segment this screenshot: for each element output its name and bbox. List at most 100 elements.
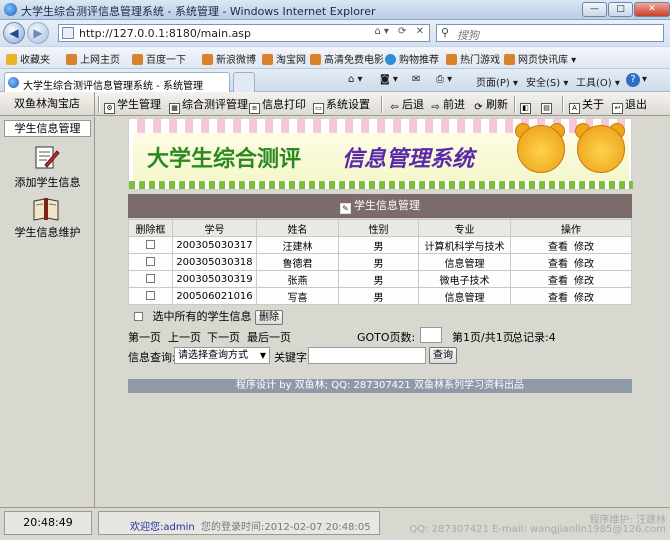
window-title: 大学生综合测评信息管理系统 - 系统管理 - Windows Internet … — [21, 5, 376, 18]
browser-tab[interactable]: 大学生综合测评信息管理系统 - 系统管理 — [4, 72, 230, 93]
left-menu-header[interactable]: 学生信息管理 — [4, 120, 91, 137]
view-link[interactable]: 查看 — [548, 242, 568, 253]
search-box[interactable]: ⚲ 搜狗 — [436, 24, 664, 42]
cell-gender: 男 — [338, 287, 419, 305]
maintain-student-link[interactable]: 学生信息维护 — [0, 224, 95, 240]
fav-item-7[interactable]: 网页快讯库 ▾ — [504, 51, 576, 66]
query-button[interactable]: 查询 — [429, 347, 457, 364]
cell-name: 汪建林 — [256, 236, 339, 254]
exit-button[interactable]: ↩ 退出 — [612, 96, 647, 114]
last-login-time: 您的登录时间:2012-02-07 20:48:05 — [201, 522, 371, 533]
cell-actions: 查看 修改 — [510, 253, 632, 271]
student-mgmt-button[interactable]: ⚙ 学生管理 — [104, 96, 161, 114]
view-link[interactable]: 查看 — [548, 293, 568, 304]
delete-button[interactable]: 删除 — [255, 309, 283, 325]
row-checkbox[interactable] — [146, 290, 155, 300]
clock: 20:48:49 — [4, 511, 92, 535]
fav-item-1[interactable]: 百度一下 — [132, 51, 186, 66]
toolbar-separator — [98, 96, 100, 113]
monitor-icon: ▭ — [313, 103, 324, 114]
row-checkbox-cell — [128, 253, 173, 271]
cell-major: 信息管理 — [418, 253, 511, 271]
page-info: 第1页/共1页 — [452, 331, 514, 344]
first-page-link[interactable]: 第一页 — [128, 329, 161, 345]
fav-item-4[interactable]: 高清免费电影 — [310, 51, 384, 66]
address-row: ◀ ▶ http://127.0.0.1:8180/main.asp ⌂▾ ⟳ … — [0, 20, 670, 46]
keyword-input[interactable] — [308, 347, 426, 364]
row-checkbox[interactable] — [146, 273, 155, 283]
gear-icon: ⚙ — [104, 103, 115, 114]
view-link[interactable]: 查看 — [548, 276, 568, 287]
fav-item-0[interactable]: 上网主页 — [66, 51, 120, 66]
edit-link[interactable]: 修改 — [574, 276, 594, 287]
about-button[interactable]: A 关于 — [569, 96, 604, 114]
cell-name: 写喜 — [256, 287, 339, 305]
arrow-left-icon: ⇦ — [390, 102, 399, 113]
view-link[interactable]: 查看 — [548, 259, 568, 270]
prev-page-link[interactable]: 上一页 — [168, 329, 201, 345]
banner-title-part1: 大学生综合测评 — [147, 147, 302, 172]
page-icon — [62, 27, 74, 39]
goto-page-input[interactable] — [420, 327, 442, 343]
link-icon — [132, 54, 143, 65]
open-book-icon[interactable] — [32, 196, 60, 222]
print-icon[interactable]: ⎙ ▾ — [436, 74, 452, 85]
window-title-bar: 大学生综合测评信息管理系统 - 系统管理 - Windows Internet … — [0, 0, 670, 20]
feeds-icon[interactable]: ◙ ▾ — [380, 74, 398, 85]
link-icon — [262, 54, 273, 65]
fav-item-6[interactable]: 热门游戏 — [446, 51, 500, 66]
close-window-button[interactable]: ✕ — [634, 2, 670, 17]
back-nav-button[interactable]: ◀ — [3, 22, 25, 44]
next-page-link[interactable]: 下一页 — [207, 329, 240, 345]
row-checkbox-cell — [128, 287, 173, 305]
safety-menu[interactable]: 安全(S) ▾ — [526, 74, 568, 89]
fav-item-2[interactable]: 新浪微博 — [202, 51, 256, 66]
fav-item-5[interactable]: 购物推荐 — [385, 51, 439, 66]
view-toggle-1[interactable]: ◧ — [520, 96, 533, 114]
select-all-checkbox[interactable] — [134, 312, 143, 321]
last-page-link[interactable]: 最后一页 — [247, 329, 291, 345]
add-student-link[interactable]: 添加学生信息 — [0, 174, 95, 190]
new-tab-button[interactable] — [233, 72, 255, 93]
minimize-button[interactable]: — — [582, 2, 607, 17]
forward-button[interactable]: ⇨ 前进 — [430, 96, 465, 113]
chart-icon: ▦ — [169, 103, 180, 114]
help-dropdown-icon[interactable]: ▾ — [642, 74, 647, 85]
contact-info: QQ: 287307421 E-mail: wangjianlin1985@12… — [409, 524, 666, 535]
edit-link[interactable]: 修改 — [574, 293, 594, 304]
edit-link[interactable]: 修改 — [574, 259, 594, 270]
refresh-button[interactable]: ⟳ 刷新 — [473, 96, 508, 113]
table-row: 200506021016 写喜 男 信息管理 查看 修改 — [128, 287, 632, 305]
fav-item-3[interactable]: 淘宝网 — [262, 51, 306, 66]
bear-mascot-icon — [577, 125, 625, 173]
forward-nav-button[interactable]: ▶ — [27, 22, 49, 44]
help-icon[interactable]: ? — [626, 73, 640, 87]
favorites-button[interactable]: 收藏夹 — [6, 51, 50, 66]
address-bar[interactable]: http://127.0.0.1:8180/main.asp ⌂▾ ⟳ ✕ — [58, 24, 430, 42]
back-button[interactable]: ⇦ 后退 — [389, 96, 424, 113]
link-icon — [446, 54, 457, 65]
row-checkbox[interactable] — [146, 256, 155, 266]
home-icon[interactable]: ⌂ ▾ — [348, 74, 363, 85]
globe-icon — [385, 54, 396, 65]
page-menu[interactable]: 页面(P) ▾ — [476, 74, 518, 89]
cell-major: 信息管理 — [418, 287, 511, 305]
cell-student-id: 200305030317 — [172, 236, 257, 254]
banner-title-part2: 信息管理系统 — [342, 146, 475, 172]
query-type-select[interactable]: 请选择查询方式 ▼ — [174, 347, 270, 364]
search-placeholder: 搜狗 — [457, 29, 479, 42]
system-banner: 大学生综合测评 信息管理系统 — [128, 118, 633, 190]
tools-menu[interactable]: 工具(O) ▾ — [576, 74, 620, 89]
assessment-mgmt-button[interactable]: ▦ 综合测评管理 — [169, 96, 248, 114]
mail-icon[interactable]: ✉ — [412, 74, 420, 85]
maximize-button[interactable]: □ — [608, 2, 633, 17]
window-icon: ◧ — [520, 103, 531, 114]
ie-logo-icon — [4, 3, 17, 16]
row-checkbox[interactable] — [146, 239, 155, 249]
edit-document-icon[interactable] — [32, 145, 60, 171]
edit-link[interactable]: 修改 — [574, 242, 594, 253]
system-settings-button[interactable]: ▭ 系统设置 — [313, 96, 370, 114]
view-toggle-2[interactable]: ▤ — [541, 96, 554, 114]
info-print-button[interactable]: ≡ 信息打印 — [249, 96, 306, 114]
address-tools-icons[interactable]: ⌂▾ ⟳ ✕ — [375, 26, 427, 37]
